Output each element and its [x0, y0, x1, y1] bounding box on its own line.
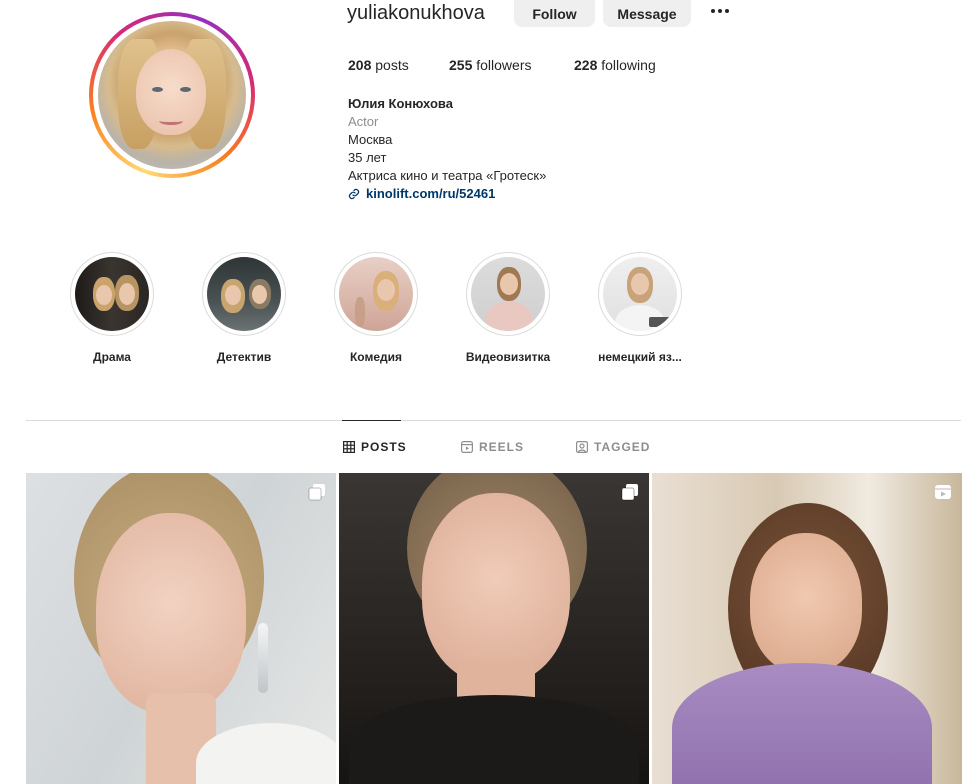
- cover-face: [96, 285, 112, 305]
- more-options-icon[interactable]: [708, 3, 732, 19]
- post-dress: [672, 663, 932, 784]
- posts-count-label: posts: [371, 57, 409, 73]
- link-icon: [348, 188, 360, 200]
- cover-face: [225, 285, 241, 305]
- highlight-cover: [339, 257, 413, 331]
- highlight-cover: [207, 257, 281, 331]
- post-face: [750, 533, 862, 673]
- tab-tagged-label: TAGGED: [594, 440, 651, 454]
- follow-button[interactable]: Follow: [514, 0, 595, 27]
- bio-line-description: Актриса кино и театра «Гротеск»: [348, 168, 547, 183]
- bio-link-text: kinolift.com/ru/52461: [366, 186, 496, 201]
- cover-laptop: [649, 317, 671, 327]
- cover-figure: [355, 297, 365, 327]
- avatar-frame: [93, 16, 251, 174]
- highlight-cover: [75, 257, 149, 331]
- active-tab-indicator: [342, 420, 401, 421]
- avatar-smile: [159, 117, 183, 125]
- reels-icon: [935, 485, 951, 499]
- bio-external-link[interactable]: kinolift.com/ru/52461: [348, 185, 546, 203]
- tab-posts[interactable]: POSTS: [343, 440, 407, 454]
- post-face: [422, 493, 570, 683]
- tab-posts-label: POSTS: [361, 440, 407, 454]
- bio-full-name: Юлия Конюхова: [348, 96, 453, 111]
- following-count-value: 228: [574, 57, 598, 73]
- more-dot: [718, 9, 722, 13]
- carousel-icon: [621, 484, 638, 501]
- followers-count-label: followers: [472, 57, 532, 73]
- followers-link[interactable]: 255 followers: [449, 57, 532, 73]
- highlight-cover: [603, 257, 677, 331]
- cover-face: [119, 283, 135, 305]
- highlight-label: Драма: [93, 350, 131, 364]
- more-dot: [725, 9, 729, 13]
- bio-line-age: 35 лет: [348, 150, 387, 165]
- highlight-ring: [466, 252, 550, 336]
- tabs-divider: [26, 420, 961, 421]
- following-link[interactable]: 228 following: [574, 57, 656, 73]
- bio-line-city: Москва: [348, 132, 393, 147]
- post-thumbnail[interactable]: [652, 473, 962, 784]
- cover-face: [500, 273, 518, 295]
- highlight-label: Детектив: [216, 350, 272, 364]
- story-highlight[interactable]: Видеовизитка: [463, 252, 553, 364]
- cover-face: [252, 285, 267, 304]
- tab-tagged[interactable]: TAGGED: [576, 440, 650, 454]
- profile-avatar[interactable]: [89, 12, 255, 178]
- cover-face: [631, 273, 649, 295]
- avatar-eye-right: [180, 87, 191, 92]
- highlight-ring: [598, 252, 682, 336]
- posts-count: 208 posts: [348, 57, 409, 73]
- message-button[interactable]: Message: [603, 0, 691, 27]
- tab-reels[interactable]: REELS: [461, 440, 524, 454]
- following-count-label: following: [597, 57, 656, 73]
- tagged-icon: [576, 441, 588, 453]
- more-dot: [711, 9, 715, 13]
- avatar-photo: [98, 21, 246, 169]
- bio-category: Actor: [348, 114, 379, 129]
- profile-username: yuliakonukhova: [347, 2, 485, 24]
- highlight-ring: [70, 252, 154, 336]
- story-highlight[interactable]: Комедия: [331, 252, 421, 364]
- story-highlight[interactable]: немецкий яз...: [595, 252, 685, 364]
- highlight-ring: [202, 252, 286, 336]
- cover-body: [485, 301, 533, 331]
- posts-count-value: 208: [348, 57, 372, 73]
- post-top: [349, 695, 639, 784]
- highlight-label: Комедия: [349, 350, 403, 364]
- post-shoulder: [196, 723, 336, 784]
- post-face: [96, 513, 246, 713]
- post-earring: [258, 623, 268, 693]
- carousel-icon: [308, 484, 325, 501]
- post-thumbnail[interactable]: [339, 473, 649, 784]
- story-highlight[interactable]: Детектив: [199, 252, 289, 364]
- highlight-label: Видеовизитка: [465, 350, 551, 364]
- grid-icon: [343, 441, 355, 453]
- reels-icon: [461, 441, 473, 453]
- post-thumbnail[interactable]: [26, 473, 336, 784]
- profile-bio: Юлия Конюхова Actor Москва 35 лет Актрис…: [348, 95, 546, 203]
- highlight-ring: [334, 252, 418, 336]
- highlight-cover: [471, 257, 545, 331]
- cover-face: [377, 279, 395, 301]
- followers-count-value: 255: [449, 57, 473, 73]
- story-highlight[interactable]: Драма: [67, 252, 157, 364]
- avatar-eye-left: [152, 87, 163, 92]
- highlight-label: немецкий яз...: [598, 350, 682, 364]
- tab-reels-label: REELS: [479, 440, 525, 454]
